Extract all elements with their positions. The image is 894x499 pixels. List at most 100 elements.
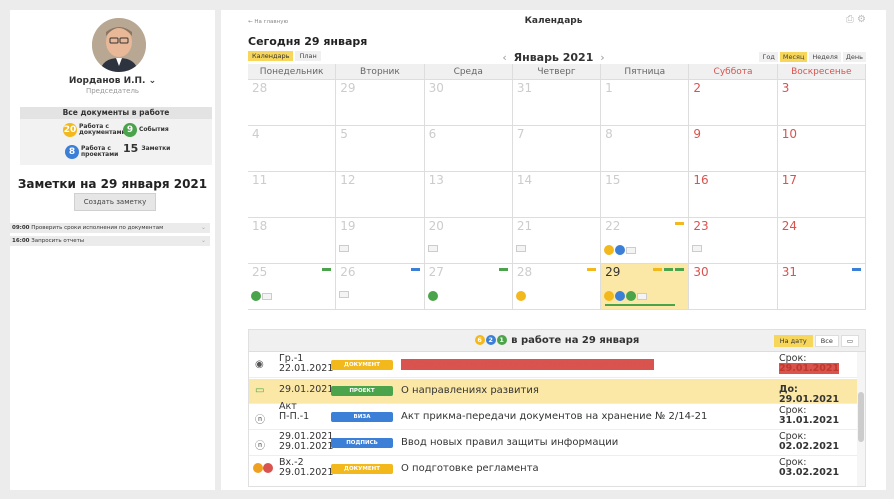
project-count-icon[interactable] <box>615 291 626 301</box>
weekday-header: Понедельник Вторник Среда Четверг Пятниц… <box>248 64 866 80</box>
note-item[interactable]: 16:00 Запросить отчеты ⌄ <box>10 236 210 246</box>
note-icon[interactable] <box>637 292 648 300</box>
calendar-day[interactable]: 28 <box>248 80 337 125</box>
document-count-badge[interactable]: 6 <box>474 335 485 345</box>
next-month-button[interactable]: › <box>600 51 604 64</box>
calendar-day[interactable]: 6 <box>425 126 513 171</box>
document-count-icon[interactable] <box>604 245 615 255</box>
event-count-icon[interactable] <box>427 291 438 301</box>
note-icon[interactable] <box>427 245 438 252</box>
stat-events[interactable]: 9 События <box>123 123 169 137</box>
work-row[interactable]: ⓝ Акт П-П.-1 ВИЗА Акт прикма-передачи док… <box>249 402 857 430</box>
calendar-day[interactable]: 16 <box>689 172 778 217</box>
tab-on-date[interactable]: На дату <box>773 335 813 347</box>
note-icon[interactable] <box>262 292 272 300</box>
day-number: 30 <box>693 265 709 279</box>
day-number: 1 <box>605 81 613 95</box>
tab-week[interactable]: Неделя <box>809 52 841 62</box>
day-number: 14 <box>516 173 533 187</box>
calendar-day-today[interactable]: 29 <box>601 264 690 309</box>
calendar-day[interactable]: 3 <box>778 80 866 125</box>
chevron-down-icon[interactable]: ⌄ <box>201 236 206 246</box>
calendar-day[interactable]: 28 <box>513 264 602 309</box>
tab-month[interactable]: Месяц <box>779 52 808 62</box>
calendar-day[interactable]: 27 <box>425 264 513 309</box>
scrollbar-thumb[interactable] <box>858 392 864 442</box>
calendar-day[interactable]: 19 <box>336 218 425 263</box>
stat-notes[interactable]: 15 Заметки <box>123 143 170 153</box>
row-title[interactable]: Обращение по поводу оформления документо… <box>401 359 655 370</box>
tab-year[interactable]: Год <box>759 52 778 62</box>
note-icon[interactable] <box>339 291 350 298</box>
work-row[interactable]: ▭ 29.01.2021 ПРОЕКТ О направлениях разви… <box>249 379 857 405</box>
calendar-day[interactable]: 2 <box>689 80 778 125</box>
document-count-icon[interactable] <box>515 291 526 301</box>
row-title[interactable]: Ввод новых правил защиты информации <box>401 437 618 448</box>
calendar-day[interactable]: 14 <box>513 172 602 217</box>
tab-day[interactable]: День <box>842 52 866 62</box>
calendar-day[interactable]: 17 <box>778 172 866 217</box>
note-icon[interactable] <box>626 246 637 254</box>
calendar-day[interactable]: 30 <box>425 80 513 125</box>
calendar-day[interactable]: 11 <box>248 172 337 217</box>
stat-projects[interactable]: 8 Работа с проектами <box>65 145 118 159</box>
calendar-day[interactable]: 10 <box>778 126 866 171</box>
event-count-badge[interactable]: 1 <box>496 335 507 345</box>
note-icon[interactable] <box>515 245 526 252</box>
work-row[interactable]: ⓝ 29.01.2021 29.01.2021 ПОДПИСЬ Ввод новы… <box>249 431 857 456</box>
calendar-day[interactable]: 31 <box>513 80 602 125</box>
calendar-day[interactable]: 30 <box>689 264 778 309</box>
note-icon[interactable] <box>692 245 703 252</box>
note-time: 16:00 <box>12 238 30 244</box>
type-badge: ДОКУМЕНТ <box>331 464 393 474</box>
due-date: 03.02.2021 <box>779 467 840 478</box>
create-note-button[interactable]: Создать заметку <box>74 193 156 211</box>
scrollbar[interactable] <box>857 352 865 486</box>
work-row[interactable]: Вх.-2 29.01.2021 ДОКУМЕНТ О подготовке ре… <box>249 457 857 485</box>
project-count-badge[interactable]: 2 <box>485 335 496 345</box>
calendar-day[interactable]: 26 <box>336 264 425 309</box>
calendar-day[interactable]: 24 <box>778 218 866 263</box>
calendar-day[interactable]: 20 <box>425 218 513 263</box>
print-icon[interactable]: ⎙ <box>846 14 854 25</box>
tab-all[interactable]: Все <box>814 335 839 347</box>
gear-icon[interactable]: ⚙ <box>857 14 866 25</box>
collapse-icon[interactable]: ▭ <box>840 335 859 347</box>
stat-documents[interactable]: 20 Работа с документами <box>63 123 126 137</box>
project-count-icon[interactable] <box>615 245 626 255</box>
row-title[interactable]: Акт прикма-передачи документов на хранен… <box>401 411 707 422</box>
calendar-day[interactable]: 4 <box>248 126 337 171</box>
calendar-day[interactable]: 5 <box>336 126 425 171</box>
calendar-day[interactable]: 22 <box>601 218 690 263</box>
calendar-day[interactable]: 21 <box>513 218 602 263</box>
note-icon[interactable] <box>339 245 350 252</box>
day-markers <box>515 245 526 252</box>
type-badge: ВИЗА <box>331 412 393 422</box>
chevron-down-icon[interactable]: ⌄ <box>201 223 206 233</box>
calendar-day[interactable]: 15 <box>601 172 690 217</box>
prev-month-button[interactable]: ‹ <box>502 51 506 64</box>
note-item[interactable]: 09:00 Проверить сроки исполнения по доку… <box>10 223 210 233</box>
calendar-day[interactable]: 9 <box>689 126 778 171</box>
event-count-icon[interactable] <box>251 291 261 301</box>
day-number: 24 <box>781 219 797 233</box>
document-count-icon[interactable] <box>604 291 615 301</box>
row-title[interactable]: О направлениях развития <box>401 385 539 396</box>
user-name[interactable]: Иорданов И.П. ⌄ <box>10 76 215 86</box>
calendar-day[interactable]: 8 <box>601 126 690 171</box>
calendar-day[interactable]: 13 <box>425 172 513 217</box>
calendar-week: 28 29 30 31 1 2 3 <box>248 80 866 126</box>
calendar-day[interactable]: 18 <box>248 218 337 263</box>
calendar-day[interactable]: 12 <box>336 172 425 217</box>
calendar-day[interactable]: 23 <box>689 218 778 263</box>
event-count-icon[interactable] <box>626 291 637 301</box>
work-row[interactable]: ◉ Гр.-1 22.01.2021 ДОКУМЕНТ Обращение по … <box>249 353 857 378</box>
calendar-day[interactable]: 25 <box>248 264 337 309</box>
row-title[interactable]: О подготовке регламента <box>401 463 539 474</box>
avatar[interactable] <box>92 18 146 72</box>
calendar-day[interactable]: 31 <box>778 264 866 309</box>
calendar-day[interactable]: 29 <box>336 80 425 125</box>
calendar-day[interactable]: 7 <box>513 126 602 171</box>
calendar-day[interactable]: 1 <box>601 80 690 125</box>
page-title: Календарь <box>524 16 583 26</box>
